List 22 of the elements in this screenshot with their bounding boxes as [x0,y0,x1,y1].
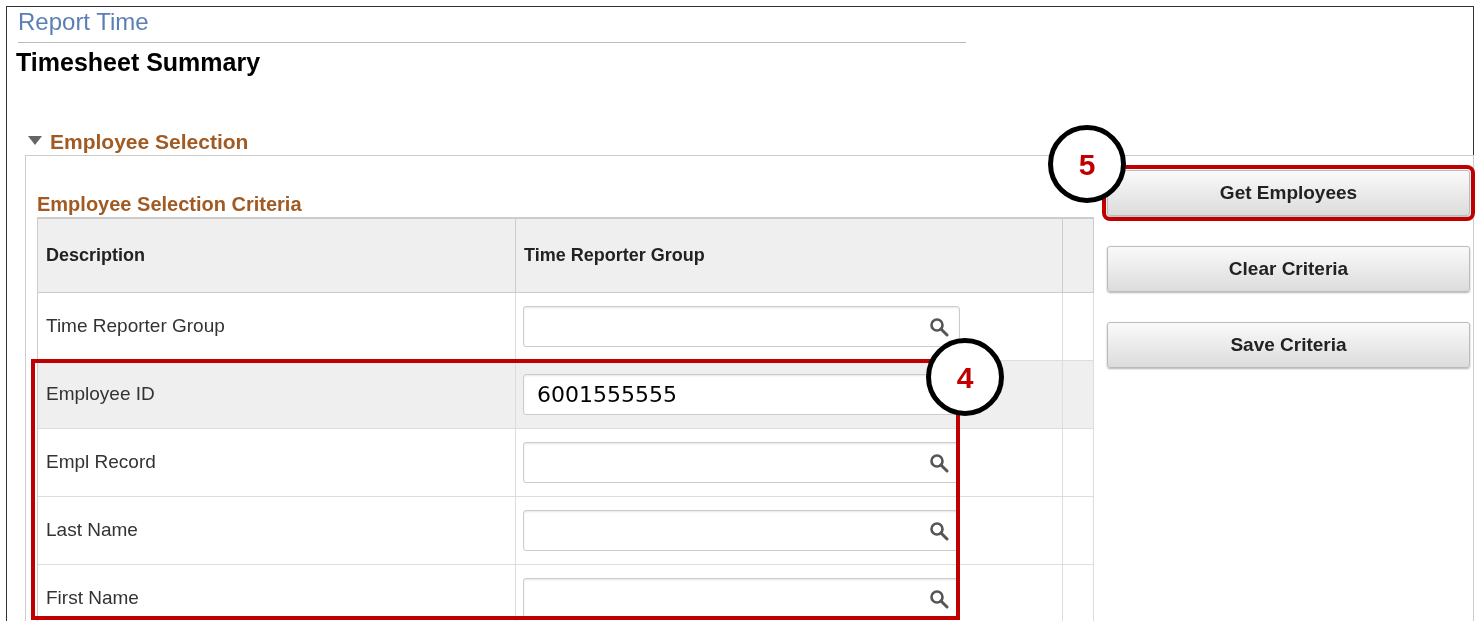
search-icon[interactable] [929,588,949,609]
column-header: Time Reporter Group [524,244,705,267]
criteria-title: Employee Selection Criteria [37,192,302,217]
search-icon[interactable] [929,520,949,541]
field-label: Empl Record [46,450,156,475]
field-label: Employee ID [46,382,155,407]
column-header: Description [46,244,146,267]
triangle-icon[interactable] [28,136,42,147]
field-label: Last Name [46,518,138,543]
table-row[interactable]: Empl Record [38,429,1094,497]
action-button[interactable]: Clear Criteria [1107,246,1470,292]
step-number: 5 [1048,125,1126,203]
action-button[interactable]: Save Criteria [1107,322,1470,368]
field-label: Time Reporter Group [46,314,225,339]
section-title[interactable]: Employee Selection [50,125,249,157]
field-label: First Name [46,586,139,611]
breadcrumb: Report Time [18,8,149,35]
page-title: Timesheet Summary [16,47,262,78]
search-icon[interactable] [929,316,949,337]
search-input[interactable] [523,306,960,347]
table-row[interactable]: Last Name [38,497,1094,565]
search-icon[interactable] [929,452,949,473]
